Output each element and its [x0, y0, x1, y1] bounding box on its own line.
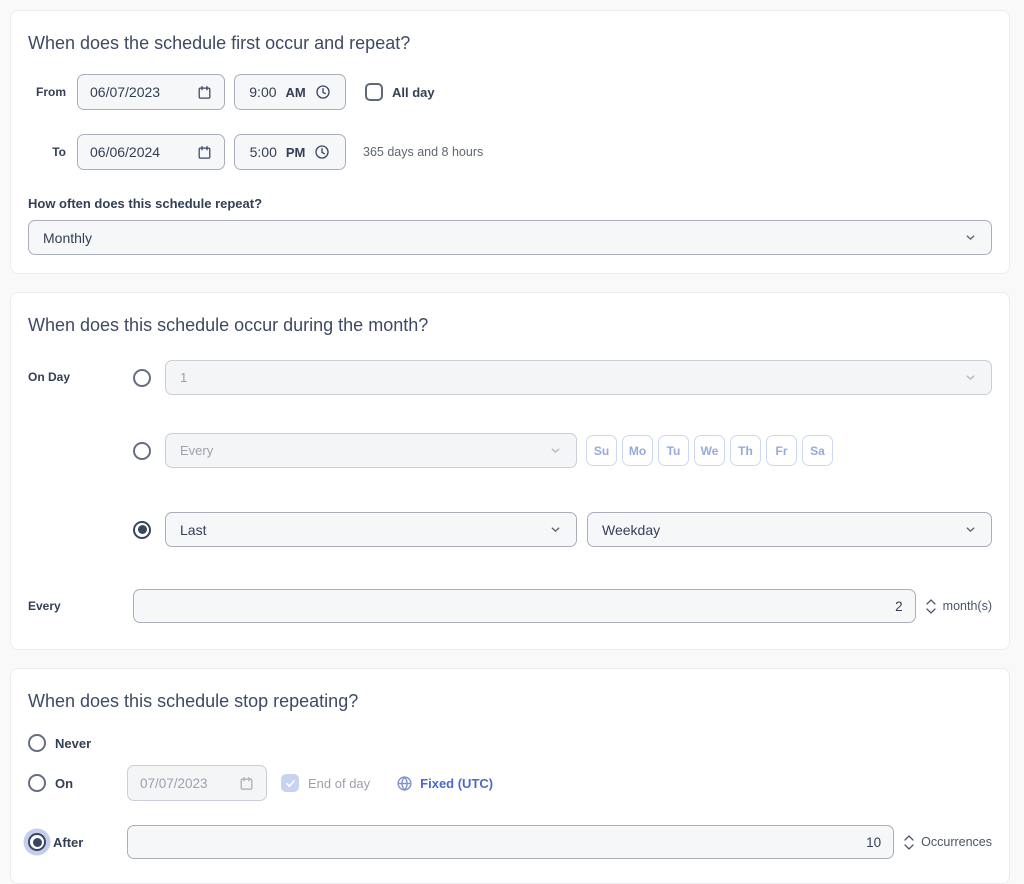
occurrences-stepper[interactable]	[903, 834, 915, 851]
month-interval-value: 2	[895, 599, 903, 614]
on-date-radio[interactable]	[28, 774, 46, 792]
to-time-input[interactable]: 5:00 PM	[234, 134, 346, 170]
month-interval-unit: month(s)	[943, 599, 992, 613]
all-day-checkbox[interactable]	[365, 83, 383, 101]
repeat-frequency-value: Monthly	[43, 230, 92, 246]
never-label: Never	[55, 736, 91, 751]
day-of-month-radio[interactable]	[133, 369, 151, 387]
stepper-down-icon[interactable]	[925, 607, 937, 615]
weekday-chip-sunday[interactable]: Su	[586, 435, 617, 466]
every-weekday-select[interactable]: Every	[165, 433, 577, 468]
day-of-month-value: 1	[180, 370, 187, 385]
first-occurrence-panel: When does the schedule first occur and r…	[10, 10, 1010, 274]
on-label: On	[55, 776, 73, 791]
occurrences-input[interactable]: 10	[127, 825, 894, 859]
end-date-value: 07/07/2023	[140, 776, 208, 791]
chevron-down-icon	[549, 444, 562, 457]
every-interval-label: Every	[28, 599, 61, 613]
chevron-down-icon	[964, 231, 977, 244]
stepper-up-icon[interactable]	[925, 598, 937, 606]
end-date-input[interactable]: 07/07/2023	[127, 765, 267, 801]
from-time-value: 9:00	[249, 84, 276, 100]
never-radio[interactable]	[28, 734, 46, 752]
ordinal-select[interactable]: Last	[165, 512, 577, 547]
panel-title: When does the schedule first occur and r…	[28, 33, 992, 54]
end-of-day-label: End of day	[308, 776, 370, 791]
panel-title: When does this schedule stop repeating?	[28, 691, 992, 712]
timezone-badge: Fixed (UTC)	[420, 776, 493, 791]
weekday-value: Weekday	[602, 522, 660, 538]
to-meridiem: PM	[286, 145, 306, 160]
chevron-down-icon	[549, 523, 562, 536]
every-weekday-placeholder: Every	[180, 443, 213, 458]
weekday-chip-friday[interactable]: Fr	[766, 435, 797, 466]
stop-repeating-panel: When does this schedule stop repeating? …	[10, 668, 1010, 884]
weekday-chip-monday[interactable]: Mo	[622, 435, 653, 466]
monthly-occurrence-panel: When does this schedule occur during the…	[10, 292, 1010, 650]
on-day-label: On Day	[28, 370, 70, 384]
panel-title: When does this schedule occur during the…	[28, 315, 992, 336]
globe-icon	[396, 775, 413, 792]
repeat-frequency-label: How often does this schedule repeat?	[28, 196, 992, 211]
clock-icon[interactable]	[315, 84, 331, 100]
chevron-down-icon	[964, 371, 977, 384]
month-interval-stepper[interactable]	[925, 598, 937, 615]
to-label: To	[28, 145, 66, 159]
weekday-chip-wednesday[interactable]: We	[694, 435, 725, 466]
occurrences-value: 10	[866, 835, 881, 850]
after-label: After	[53, 835, 83, 850]
clock-icon[interactable]	[314, 144, 330, 160]
every-weekday-radio[interactable]	[133, 442, 151, 460]
to-date-input[interactable]: 06/06/2024	[77, 134, 225, 170]
calendar-icon	[239, 776, 254, 791]
weekday-select[interactable]: Weekday	[587, 512, 992, 547]
calendar-icon[interactable]	[197, 145, 212, 160]
repeat-frequency-select[interactable]: Monthly	[28, 220, 992, 255]
to-time-value: 5:00	[250, 144, 277, 160]
occurrences-unit: Occurrences	[921, 835, 992, 849]
to-date-value: 06/06/2024	[90, 144, 160, 160]
weekday-chip-group: Su Mo Tu We Th Fr Sa	[586, 435, 833, 466]
ordinal-weekday-radio[interactable]	[133, 521, 151, 539]
weekday-chip-tuesday[interactable]: Tu	[658, 435, 689, 466]
from-time-input[interactable]: 9:00 AM	[234, 74, 346, 110]
all-day-label: All day	[392, 85, 435, 100]
from-label: From	[28, 85, 66, 99]
month-interval-input[interactable]: 2	[133, 589, 916, 623]
calendar-icon[interactable]	[197, 85, 212, 100]
stepper-down-icon[interactable]	[903, 843, 915, 851]
duration-text: 365 days and 8 hours	[363, 145, 483, 159]
weekday-chip-saturday[interactable]: Sa	[802, 435, 833, 466]
check-icon	[285, 778, 296, 789]
weekday-chip-thursday[interactable]: Th	[730, 435, 761, 466]
stepper-up-icon[interactable]	[903, 834, 915, 842]
ordinal-value: Last	[180, 522, 206, 538]
from-date-input[interactable]: 06/07/2023	[77, 74, 225, 110]
after-radio[interactable]	[28, 833, 46, 851]
end-of-day-checkbox[interactable]	[281, 774, 299, 792]
from-meridiem: AM	[286, 85, 306, 100]
day-of-month-select[interactable]: 1	[165, 360, 992, 395]
from-date-value: 06/07/2023	[90, 84, 160, 100]
chevron-down-icon	[964, 523, 977, 536]
